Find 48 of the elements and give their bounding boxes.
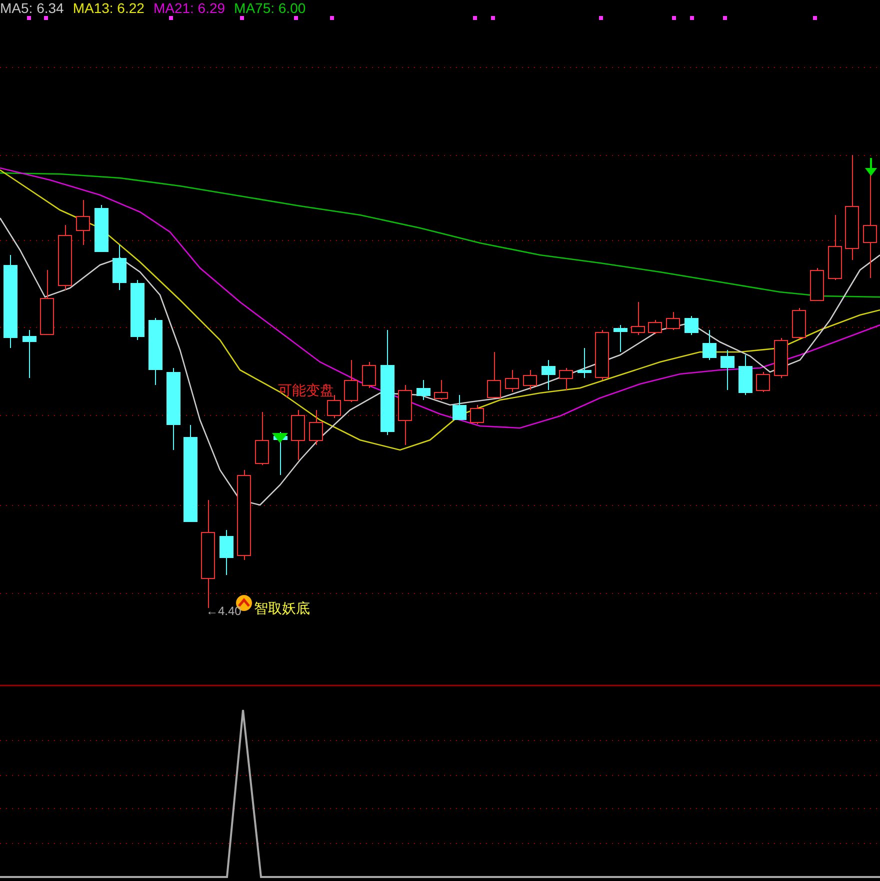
candlestick — [631, 302, 645, 336]
indicator-legend-label: MA21: 6.29 — [153, 0, 226, 18]
candlestick — [130, 280, 144, 340]
candlestick — [22, 330, 36, 378]
candlestick — [148, 318, 162, 386]
indicator-legend-label: MA5: 6.34 — [0, 0, 64, 18]
candlestick — [666, 312, 680, 330]
candlestick — [76, 200, 90, 246]
candlestick — [112, 244, 126, 290]
indicator-legend-label: MA13: 6.22 — [72, 0, 144, 18]
candlestick — [344, 360, 358, 402]
candlestick — [58, 224, 72, 290]
candlestick — [792, 308, 806, 340]
candlestick — [595, 330, 609, 380]
candlestick — [828, 214, 842, 280]
signal-label: 智取妖底 — [254, 600, 310, 616]
candlestick — [523, 370, 537, 390]
candlestick — [434, 380, 448, 400]
price-label: ←4.40 — [206, 603, 242, 619]
candlestick — [542, 360, 556, 390]
candlestick — [362, 362, 376, 388]
candlestick — [505, 370, 519, 392]
candlestick — [774, 338, 788, 378]
indicator-legend-label: MA75: 6.00 — [234, 0, 306, 18]
candlestick — [309, 410, 323, 446]
candlestick — [702, 330, 716, 360]
candlestick — [470, 404, 484, 424]
candlestick — [291, 410, 305, 460]
candlestick — [416, 380, 430, 400]
candlestick — [614, 324, 628, 352]
arrow-icon — [865, 158, 877, 176]
candlestick — [40, 270, 54, 336]
candlestick — [220, 530, 234, 576]
candlestick — [684, 316, 698, 336]
candlestick — [94, 204, 108, 252]
candlestick — [720, 350, 734, 390]
triangle-icon — [272, 433, 288, 443]
candlestick — [648, 320, 662, 334]
candlestick — [738, 354, 752, 396]
candlestick — [756, 372, 770, 392]
candlestick — [452, 394, 466, 420]
candlestick — [559, 368, 573, 390]
candlestick — [487, 352, 501, 398]
candlestick — [810, 268, 824, 301]
candlestick — [578, 348, 592, 378]
candlestick — [398, 384, 412, 446]
signal-label: 可能变盘 — [278, 382, 334, 398]
candlestick — [255, 412, 269, 466]
